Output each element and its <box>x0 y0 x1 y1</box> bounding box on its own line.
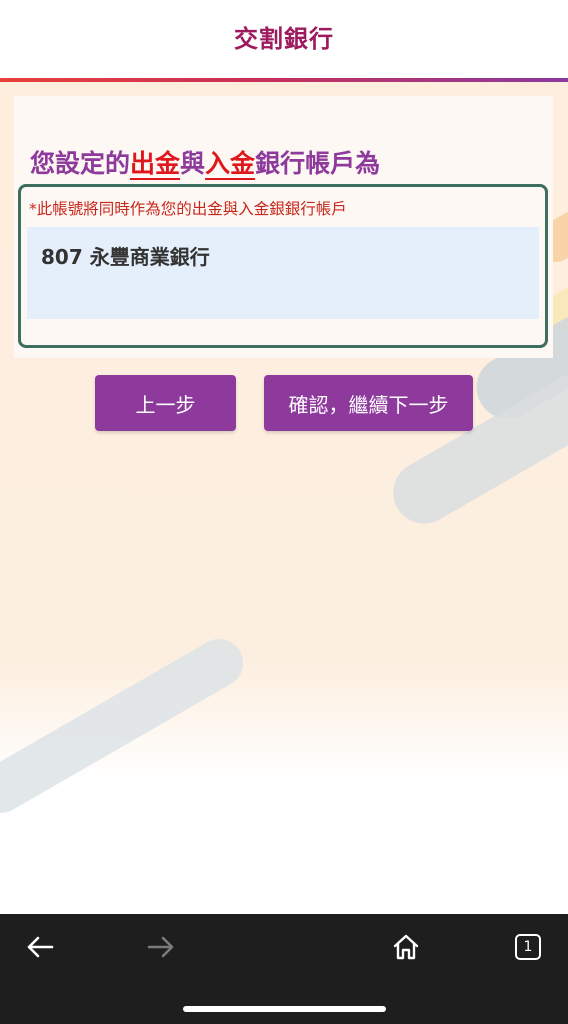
decor-stripe <box>0 630 252 822</box>
page-title: 交割銀行 <box>234 24 334 53</box>
tab-count: 1 <box>515 934 541 960</box>
top-header: 交割銀行 <box>0 0 568 78</box>
heading-highlight-withdraw: 出金 <box>130 149 181 178</box>
account-box: *此帳號將同時作為您的出金與入金銀銀行帳戶 807 永豐商業銀行 <box>18 184 548 348</box>
tabs-icon[interactable]: 1 <box>508 930 548 964</box>
heading-text: 您設定的 <box>30 149 131 178</box>
bank-account-card: 您設定的出金與入金銀行帳戶為 *此帳號將同時作為您的出金與入金銀銀行帳戶 807… <box>14 96 553 358</box>
previous-step-button[interactable]: 上一步 <box>95 375 236 431</box>
browser-toolbar: 1 <box>0 914 568 1024</box>
home-indicator[interactable] <box>183 1006 386 1012</box>
home-icon[interactable] <box>386 930 426 964</box>
account-note: *此帳號將同時作為您的出金與入金銀銀行帳戶 <box>29 200 347 218</box>
account-value: 807 永豐商業銀行 <box>41 245 210 269</box>
forward-arrow-icon[interactable] <box>141 930 181 964</box>
card-heading: 您設定的出金與入金銀行帳戶為 <box>30 144 380 180</box>
confirm-next-step-button[interactable]: 確認，繼續下一步 <box>264 375 473 431</box>
back-arrow-icon[interactable] <box>20 930 60 964</box>
heading-text: 銀行帳戶為 <box>255 149 381 178</box>
heading-highlight-deposit: 入金 <box>205 149 256 178</box>
heading-text: 與 <box>180 149 206 178</box>
account-display-field: 807 永豐商業銀行 <box>27 227 539 319</box>
